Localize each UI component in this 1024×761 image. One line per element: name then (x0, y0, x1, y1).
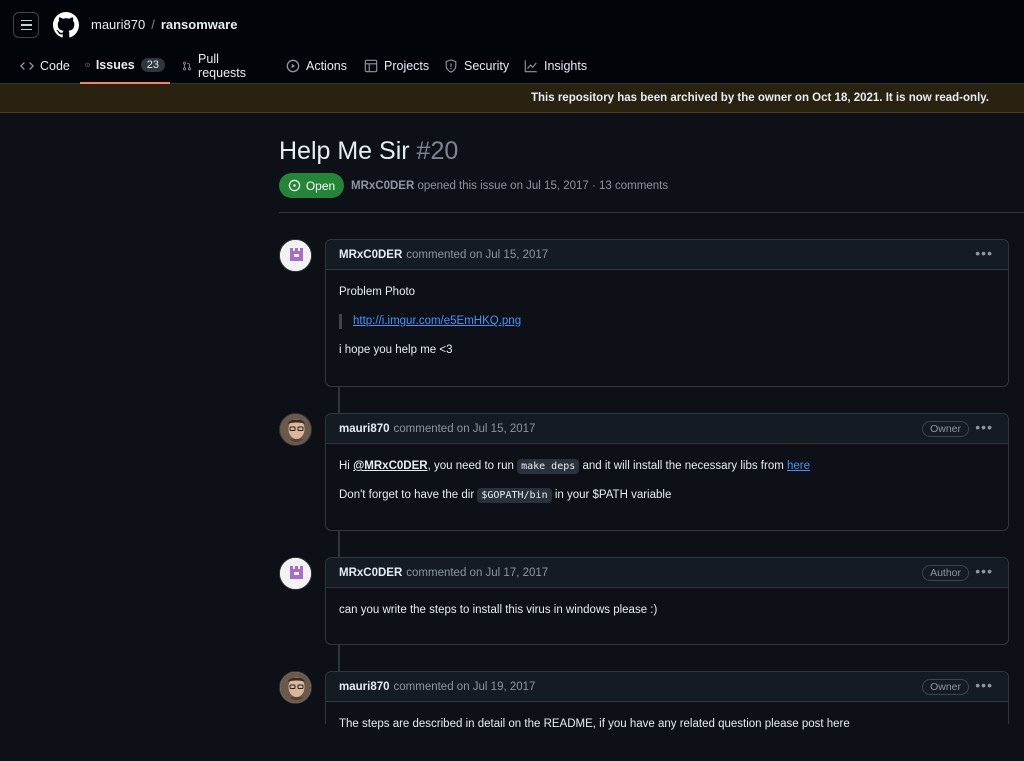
comment-author[interactable]: MRxC0DER (339, 249, 402, 261)
user-photo-icon (280, 672, 311, 703)
comment-body: can you write the steps to install this … (326, 588, 1008, 647)
image-link[interactable]: http://i.imgur.com/e5EmHKQ.png (353, 315, 521, 327)
comment-body: Hi @MRxC0DER, you need to run make deps … (326, 444, 1008, 532)
github-logo-icon[interactable] (53, 12, 79, 38)
tab-projects-label: Projects (384, 59, 430, 73)
comment-text: Problem Photo (339, 286, 416, 298)
blockquote: http://i.imgur.com/e5EmHKQ.png (339, 313, 995, 329)
identicon-icon (280, 558, 311, 589)
graph-icon (524, 60, 537, 73)
issue-title-text: Help Me Sir (279, 137, 410, 165)
comment: mauri870 commented on Jul 19, 2017 Owner… (325, 671, 1009, 730)
tab-insights-label: Insights (544, 59, 588, 73)
tab-code[interactable]: Code (20, 48, 70, 84)
comment: MRxC0DER commented on Jul 15, 2017 ••• P… (325, 239, 1009, 387)
app-header: mauri870 / ransomware Code Issues 23 Pull … (0, 0, 1024, 84)
kebab-menu-icon[interactable]: ••• (975, 420, 993, 434)
issue-state-label: Open (305, 178, 336, 193)
comment: MRxC0DER commented on Jul 17, 2017 Autho… (325, 557, 1009, 645)
tab-actions-label: Actions (306, 59, 347, 73)
issue-open-icon (288, 179, 301, 192)
tab-pull-requests[interactable]: Pull requests (182, 48, 250, 84)
comment-body: Problem Photo http://i.imgur.com/e5EmHKQ… (326, 270, 1008, 387)
comment-author[interactable]: mauri870 (339, 423, 390, 435)
comment-date[interactable]: commented on Jul 19, 2017 (394, 681, 536, 693)
inline-code: $GOPATH/bin (477, 487, 552, 503)
comment-paragraph: Don't forget to have the dir $GOPATH/bin… (339, 487, 672, 503)
comment-date[interactable]: commented on Jul 17, 2017 (406, 567, 548, 579)
comment-author[interactable]: mauri870 (339, 681, 390, 693)
comment-header: MRxC0DER commented on Jul 15, 2017 ••• (326, 240, 1008, 270)
tab-code-label: Code (40, 59, 70, 73)
owner-link[interactable]: mauri870 (91, 17, 145, 32)
comment-author[interactable]: MRxC0DER (339, 567, 402, 579)
user-photo-icon (280, 414, 311, 445)
repo-link[interactable]: ransomware (161, 17, 238, 32)
avatar[interactable] (279, 671, 312, 704)
kebab-menu-icon[interactable]: ••• (975, 678, 993, 692)
avatar[interactable] (279, 413, 312, 446)
issue-title: Help Me Sir #20 (279, 137, 458, 166)
comment-paragraph: Hi @MRxC0DER, you need to run make deps … (339, 459, 811, 474)
issues-count-badge: 23 (140, 58, 165, 72)
divider (279, 212, 1024, 213)
archived-banner: This repository has been archived by the… (0, 84, 1024, 113)
timeline-line (338, 645, 340, 673)
tab-security[interactable]: Security (444, 48, 509, 84)
breadcrumb: mauri870 / ransomware (91, 17, 237, 32)
issue-author[interactable]: MRxC0DER (351, 180, 414, 192)
comment-header: mauri870 commented on Jul 15, 2017 Owner… (326, 414, 1008, 444)
archived-banner-text: This repository has been archived by the… (531, 92, 989, 104)
inline-code: make deps (517, 459, 580, 474)
user-mention[interactable]: @MRxC0DER (353, 460, 427, 472)
comment-date[interactable]: commented on Jul 15, 2017 (406, 249, 548, 261)
author-badge: Author (922, 565, 969, 581)
comment: mauri870 commented on Jul 15, 2017 Owner… (325, 413, 1009, 531)
identicon-icon (280, 240, 311, 271)
timeline-line (338, 530, 340, 558)
comment-text: can you write the steps to install this … (339, 604, 658, 616)
play-icon (286, 59, 300, 73)
owner-badge: Owner (922, 679, 969, 695)
owner-badge: Owner (922, 421, 969, 437)
issue-meta-text: opened this issue on Jul 15, 2017 · 13 c… (417, 180, 669, 192)
tab-security-label: Security (464, 59, 510, 73)
comment-header: mauri870 commented on Jul 19, 2017 Owner… (326, 672, 1008, 702)
issue-meta: MRxC0DER opened this issue on Jul 15, 20… (351, 180, 668, 192)
tab-projects[interactable]: Projects (364, 48, 429, 84)
avatar[interactable] (279, 239, 312, 272)
breadcrumb-separator: / (151, 17, 155, 32)
table-icon (364, 59, 378, 73)
here-link[interactable]: here (787, 460, 810, 472)
comment-text: i hope you help me <3 (339, 343, 453, 356)
tab-pulls-label: Pull requests (198, 52, 246, 80)
issue-state-badge: Open (279, 173, 344, 198)
shield-icon (445, 59, 457, 73)
comment-header: MRxC0DER commented on Jul 17, 2017 Autho… (326, 558, 1008, 588)
pull-request-icon (182, 61, 192, 71)
tab-insights[interactable]: Insights (524, 48, 587, 84)
hamburger-icon (20, 19, 32, 22)
issue-open-icon (85, 62, 90, 68)
avatar[interactable] (279, 557, 312, 590)
comment-text: The steps are described in detail on the… (339, 718, 850, 730)
timeline-line (338, 386, 340, 414)
tab-issues-label: Issues (95, 58, 135, 72)
kebab-menu-icon[interactable]: ••• (975, 246, 993, 260)
tab-actions[interactable]: Actions (286, 48, 347, 84)
comment-body: The steps are described in detail on the… (326, 702, 1008, 761)
code-icon (20, 62, 34, 70)
comment-date[interactable]: commented on Jul 15, 2017 (394, 423, 536, 435)
tab-issues[interactable]: Issues 23 (80, 48, 170, 84)
menu-button[interactable] (13, 12, 39, 38)
kebab-menu-icon[interactable]: ••• (975, 564, 993, 578)
issue-number: #20 (416, 137, 459, 165)
